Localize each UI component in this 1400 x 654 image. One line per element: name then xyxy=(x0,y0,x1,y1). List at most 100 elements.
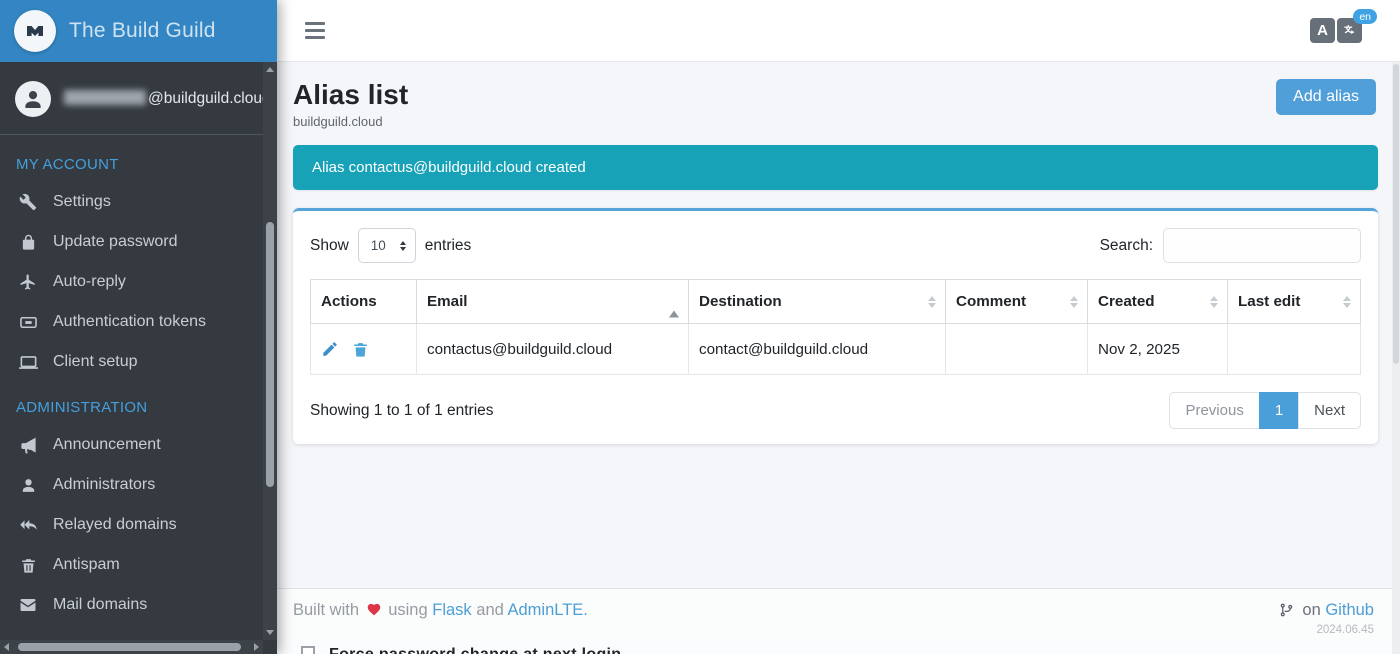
sidebar-item-administrators[interactable]: Administrators xyxy=(0,465,259,505)
sidebar-item-label: Settings xyxy=(53,193,111,211)
token-card-icon xyxy=(18,312,38,332)
search-control: Search: xyxy=(1100,228,1361,263)
page-scrollbar[interactable] xyxy=(1392,62,1400,654)
page-size-value: 10 xyxy=(371,238,386,253)
version-label: 2024.06.45 xyxy=(1279,624,1374,636)
column-header-created[interactable]: Created xyxy=(1088,280,1228,324)
sidebar-item-update-password[interactable]: Update password xyxy=(0,222,259,262)
wrench-icon xyxy=(18,192,38,212)
column-header-last-edit[interactable]: Last edit xyxy=(1228,280,1361,324)
language-badge: en xyxy=(1353,9,1377,24)
scroll-up-arrow-icon[interactable] xyxy=(266,67,274,72)
column-header-destination[interactable]: Destination xyxy=(689,280,946,324)
redacted-username xyxy=(64,90,146,105)
page-1-button[interactable]: 1 xyxy=(1259,392,1299,429)
footer-credits: Built with using Flask and AdminLTE. xyxy=(293,601,588,620)
heart-icon xyxy=(366,601,382,619)
lock-icon xyxy=(18,232,38,252)
page-footer: Built with using Flask and AdminLTE. on … xyxy=(277,588,1400,641)
user-panel[interactable]: @buildguild.cloud xyxy=(0,62,277,135)
pagination: Previous 1 Next xyxy=(1169,392,1361,429)
footer-text: Built with xyxy=(293,601,359,619)
column-header-email[interactable]: Email xyxy=(417,280,689,324)
envelope-icon xyxy=(18,595,38,615)
search-label: Search: xyxy=(1100,237,1153,255)
sidebar-item-antispam[interactable]: Antispam xyxy=(0,545,259,585)
sidebar-item-label: Administrators xyxy=(53,476,155,494)
flask-link[interactable]: Flask xyxy=(432,601,471,619)
sidebar-item-label: Auto-reply xyxy=(53,273,126,291)
alias-table: Actions Email Destination Comment Create… xyxy=(310,279,1361,375)
sidebar-item-authentication-tokens[interactable]: Authentication tokens xyxy=(0,302,259,342)
sidebar-item-client-setup[interactable]: Client setup xyxy=(0,342,259,382)
sidebar-item-settings[interactable]: Settings xyxy=(0,182,259,222)
sidebar-item-label: Update password xyxy=(53,233,178,251)
edit-alias-icon[interactable] xyxy=(321,340,339,358)
sidebar-vertical-scrollbar[interactable] xyxy=(263,62,277,640)
footer-text: on xyxy=(1302,601,1320,619)
select-arrows-icon xyxy=(400,241,406,251)
sidebar-toggle-button[interactable] xyxy=(303,18,327,43)
sidebar-item-label: Antispam xyxy=(53,556,120,574)
content-area: Alias list buildguild.cloud Add alias Al… xyxy=(277,62,1400,588)
sidebar-item-announcement[interactable]: Announcement xyxy=(0,425,259,465)
sidebar-item-label: Client setup xyxy=(53,353,138,371)
user-email: @buildguild.cloud xyxy=(64,90,271,108)
show-label: Show xyxy=(310,237,349,255)
clipped-label: Force password change at next login xyxy=(329,646,621,654)
page-size-select[interactable]: 10 xyxy=(358,228,416,263)
add-alias-button[interactable]: Add alias xyxy=(1276,79,1376,115)
table-controls: Show 10 entries Search: xyxy=(310,228,1361,263)
sidebar-horizontal-scrollbar[interactable] xyxy=(0,640,263,654)
page-scroll-thumb[interactable] xyxy=(1393,64,1399,364)
language-selector[interactable]: A en xyxy=(1310,18,1362,43)
footer-right: on Github 2024.06.45 xyxy=(1279,601,1374,636)
user-avatar-icon xyxy=(15,81,51,117)
megaphone-icon xyxy=(18,435,38,455)
top-navbar: A en xyxy=(277,0,1400,62)
email-cell: contactus@buildguild.cloud xyxy=(417,324,689,375)
scroll-left-arrow-icon[interactable] xyxy=(4,643,9,651)
sidebar-item-label: Relayed domains xyxy=(53,516,177,534)
previous-page-button[interactable]: Previous xyxy=(1169,392,1259,429)
main-area: A en Alias list buildguild.cloud Add ali… xyxy=(277,0,1400,654)
github-link[interactable]: Github xyxy=(1325,601,1374,619)
sidebar-item-relayed-domains[interactable]: Relayed domains xyxy=(0,505,259,545)
alias-created-alert: Alias contactus@buildguild.cloud created xyxy=(293,145,1378,190)
horizontal-scroll-thumb[interactable] xyxy=(18,643,241,651)
page-header: Alias list buildguild.cloud Add alias xyxy=(293,79,1376,129)
delete-alias-icon[interactable] xyxy=(352,341,369,358)
scroll-down-arrow-icon[interactable] xyxy=(266,630,274,635)
sidebar-nav: MY ACCOUNT Settings Update password Auto… xyxy=(0,135,277,625)
nav-section-my-account: MY ACCOUNT xyxy=(0,139,259,182)
vertical-scroll-thumb[interactable] xyxy=(266,222,274,487)
column-header-actions: Actions xyxy=(311,280,417,324)
brand-header[interactable]: The Build Guild xyxy=(0,0,277,62)
sidebar-item-mail-domains[interactable]: Mail domains xyxy=(0,585,259,625)
sidebar-item-auto-reply[interactable]: Auto-reply xyxy=(0,262,259,302)
adminlte-link[interactable]: AdminLTE. xyxy=(508,601,588,619)
search-input[interactable] xyxy=(1163,228,1361,263)
table-row: contactus@buildguild.cloud contact@build… xyxy=(311,324,1361,375)
checkbox[interactable] xyxy=(301,646,315,654)
mailu-logo-icon xyxy=(14,10,56,52)
table-header-row: Actions Email Destination Comment Create… xyxy=(311,280,1361,324)
scroll-right-arrow-icon[interactable] xyxy=(254,643,259,651)
last-edit-cell xyxy=(1228,324,1361,375)
sidebar-item-label: Mail domains xyxy=(53,596,147,614)
brand-title: The Build Guild xyxy=(69,19,216,43)
translate-a-icon: A xyxy=(1310,18,1335,43)
comment-cell xyxy=(946,324,1088,375)
git-branch-icon xyxy=(1279,604,1294,622)
sort-icon xyxy=(928,296,936,308)
next-page-button[interactable]: Next xyxy=(1298,392,1361,429)
sort-icon xyxy=(1343,296,1351,308)
page-title: Alias list xyxy=(293,79,408,111)
alias-table-card: Show 10 entries Search: xyxy=(293,208,1378,444)
clipped-content-below: Force password change at next login xyxy=(277,641,1400,654)
actions-cell xyxy=(311,324,417,375)
column-header-comment[interactable]: Comment xyxy=(946,280,1088,324)
destination-cell: contact@buildguild.cloud xyxy=(689,324,946,375)
plane-icon xyxy=(18,272,38,292)
table-footer: Showing 1 to 1 of 1 entries Previous 1 N… xyxy=(310,392,1361,429)
